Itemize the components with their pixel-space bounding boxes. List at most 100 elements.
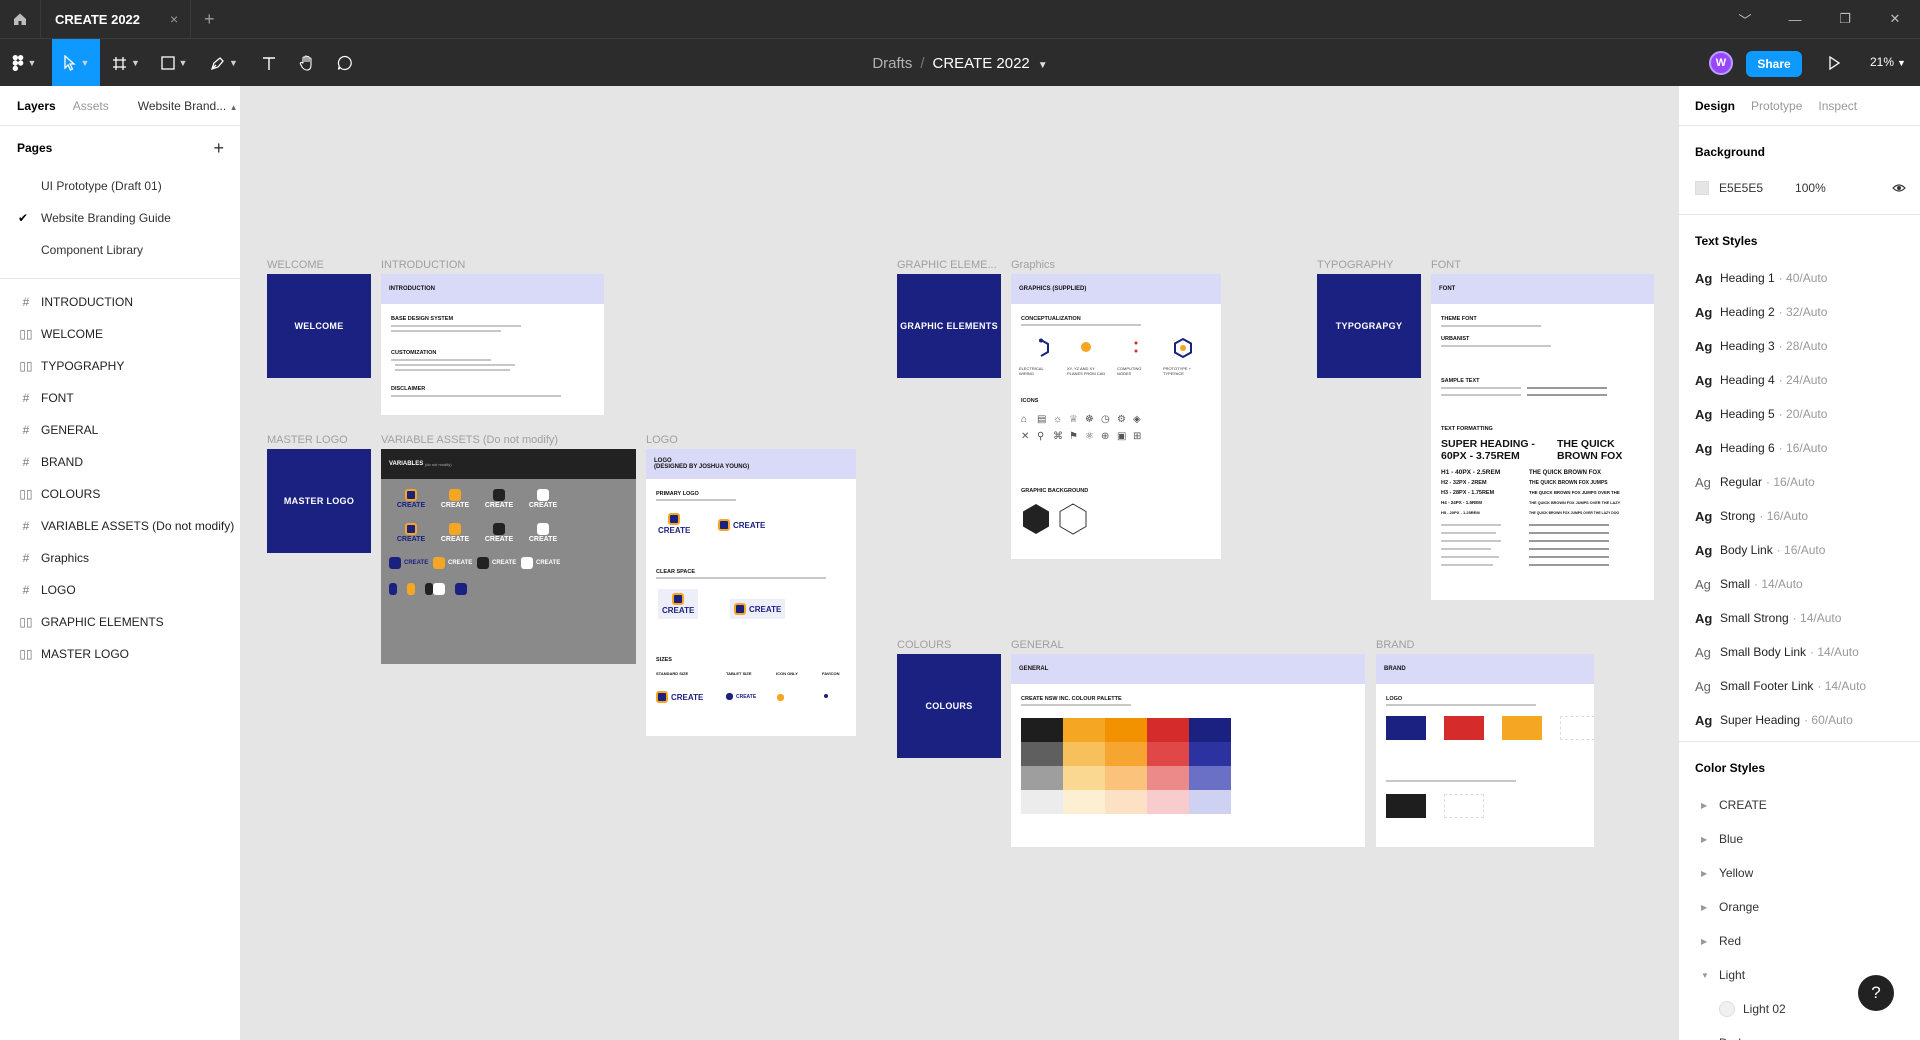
section-heading: CONCEPTUALIZATION xyxy=(1021,316,1081,322)
frame-graphics[interactable]: GRAPHICS (SUPPLIED) CONCEPTUALIZATION EL… xyxy=(1011,274,1221,559)
chevron-down-icon[interactable]: ﹀ xyxy=(1720,10,1770,29)
help-button[interactable]: ? xyxy=(1858,975,1894,1011)
layer-item[interactable]: ▯▯ COLOURS xyxy=(0,478,240,510)
text-style-item[interactable]: Ag Body Link · 16/Auto xyxy=(1679,533,1920,567)
frame-label-introduction[interactable]: INTRODUCTION xyxy=(381,259,465,271)
text-style-item[interactable]: Ag Heading 3 · 28/Auto xyxy=(1679,329,1920,363)
zoom-menu[interactable]: 21% ▼ xyxy=(1870,55,1906,69)
tab-prototype[interactable]: Prototype xyxy=(1751,99,1802,113)
frame-graphic-elements[interactable]: GRAPHIC ELEMENTS xyxy=(897,274,1001,378)
home-icon[interactable] xyxy=(0,0,40,38)
background-swatch[interactable] xyxy=(1695,181,1709,195)
move-tool-button[interactable]: ▼ xyxy=(52,39,100,87)
main-menu-button[interactable]: ▼ xyxy=(0,39,48,87)
frame-label-variable-assets[interactable]: VARIABLE ASSETS (Do not modify) xyxy=(381,434,558,446)
frame-logo[interactable]: LOGO (DESIGNED BY JOSHUA YOUNG) PRIMARY … xyxy=(646,449,856,736)
page-item-website-branding-guide[interactable]: ✔ Website Branding Guide xyxy=(0,202,240,234)
text-style-item[interactable]: Ag Heading 6 · 16/Auto xyxy=(1679,431,1920,465)
close-window-icon[interactable]: ✕ xyxy=(1870,11,1920,27)
text-style-item[interactable]: Ag Heading 2 · 32/Auto xyxy=(1679,295,1920,329)
frame-label-brand[interactable]: BRAND xyxy=(1376,639,1415,651)
hand-tool-button[interactable] xyxy=(290,39,324,87)
frame-font[interactable]: FONT THEME FONT URBANIST SAMPLE TEXT TEX… xyxy=(1431,274,1654,600)
canvas[interactable]: WELCOME INTRODUCTION GRAPHIC ELEME... Gr… xyxy=(241,86,1678,1040)
text-style-preview-icon: Ag xyxy=(1695,610,1713,626)
color-style-group[interactable]: ▶ Orange xyxy=(1679,890,1920,924)
text-style-item[interactable]: Ag Strong · 16/Auto xyxy=(1679,499,1920,533)
color-style-name: Dark xyxy=(1719,1036,1744,1040)
color-style-group[interactable]: ▶Dark xyxy=(1679,1026,1920,1040)
frame-colours[interactable]: COLOURS xyxy=(897,654,1001,758)
page-item-component-library[interactable]: Component Library xyxy=(0,234,240,266)
layer-item[interactable]: # LOGO xyxy=(0,574,240,606)
share-button[interactable]: Share xyxy=(1746,51,1802,77)
tab-design[interactable]: Design xyxy=(1695,99,1735,113)
logo-variant: CREATE xyxy=(521,489,565,509)
add-page-icon[interactable]: + xyxy=(213,138,224,159)
shape-tool-button[interactable]: ▼ xyxy=(154,39,194,87)
text-style-preview-icon: Ag xyxy=(1695,474,1711,490)
new-tab-button[interactable]: + xyxy=(191,9,227,30)
page-item-ui-prototype[interactable]: UI Prototype (Draft 01) xyxy=(0,170,240,202)
layer-item[interactable]: # INTRODUCTION xyxy=(0,286,240,318)
tab-layers[interactable]: Layers xyxy=(17,99,56,113)
frame-label-master-logo[interactable]: MASTER LOGO xyxy=(267,434,348,446)
frame-label-general[interactable]: GENERAL xyxy=(1011,639,1064,651)
color-style-group[interactable]: ▶ CREATE xyxy=(1679,788,1920,822)
close-tab-icon[interactable]: × xyxy=(170,11,178,27)
frame-general[interactable]: GENERAL CREATE NSW INC. COLOUR PALETTE xyxy=(1011,654,1365,847)
layer-item[interactable]: # FONT xyxy=(0,382,240,414)
text-style-item[interactable]: Ag Heading 1 · 40/Auto xyxy=(1679,261,1920,295)
layer-item[interactable]: ▯▯ WELCOME xyxy=(0,318,240,350)
frame-label-graphic-elements[interactable]: GRAPHIC ELEME... xyxy=(897,259,997,271)
text-style-item[interactable]: Ag Small Strong · 14/Auto xyxy=(1679,601,1920,635)
frame-label-font[interactable]: FONT xyxy=(1431,259,1461,271)
minimize-icon[interactable]: — xyxy=(1770,12,1820,27)
tab-inspect[interactable]: Inspect xyxy=(1818,99,1857,113)
frame-label-welcome[interactable]: WELCOME xyxy=(267,259,324,271)
color-style-group[interactable]: ▶ Red xyxy=(1679,924,1920,958)
layer-item[interactable]: ▯▯ TYPOGRAPHY xyxy=(0,350,240,382)
text-style-item[interactable]: Ag Heading 4 · 24/Auto xyxy=(1679,363,1920,397)
layer-item[interactable]: # BRAND xyxy=(0,446,240,478)
layer-item[interactable]: # Graphics xyxy=(0,542,240,574)
background-fill-row[interactable]: E5E5E5 100% xyxy=(1679,172,1920,204)
tab-assets[interactable]: Assets xyxy=(73,99,109,113)
frame-introduction[interactable]: INTRODUCTION BASE DESIGN SYSTEM CUSTOMIZ… xyxy=(381,274,604,415)
text-style-item[interactable]: Ag Small Body Link · 14/Auto xyxy=(1679,635,1920,669)
color-style-group[interactable]: ▶ Yellow xyxy=(1679,856,1920,890)
text-style-item[interactable]: Ag Small Footer Link · 14/Auto xyxy=(1679,669,1920,703)
background-opacity[interactable]: 100% xyxy=(1795,181,1826,195)
text-style-item[interactable]: Ag Super Heading · 60/Auto xyxy=(1679,703,1920,737)
frame-variable-assets[interactable]: VARIABLES (do not modify) CREATE CREATE … xyxy=(381,449,636,664)
file-tab[interactable]: CREATE 2022 × xyxy=(40,0,192,38)
frame-master-logo[interactable]: MASTER LOGO xyxy=(267,449,371,553)
layer-item[interactable]: # GENERAL xyxy=(0,414,240,446)
comment-tool-button[interactable] xyxy=(328,39,362,87)
eye-icon[interactable] xyxy=(1892,181,1906,195)
breadcrumb-drafts[interactable]: Drafts xyxy=(872,55,912,72)
background-hex[interactable]: E5E5E5 xyxy=(1719,181,1763,195)
restore-icon[interactable]: ❐ xyxy=(1820,11,1870,27)
layer-item[interactable]: # VARIABLE ASSETS (Do not modify) xyxy=(0,510,240,542)
file-name-menu[interactable]: CREATE 2022 ▼ xyxy=(933,55,1048,72)
present-play-icon[interactable] xyxy=(1824,53,1844,73)
text-style-item[interactable]: Ag Small · 14/Auto xyxy=(1679,567,1920,601)
frame-tool-button[interactable]: ▼ xyxy=(106,39,146,87)
text-style-item[interactable]: Ag Regular · 16/Auto xyxy=(1679,465,1920,499)
frame-label-graphics[interactable]: Graphics xyxy=(1011,259,1055,271)
pen-tool-button[interactable]: ▼ xyxy=(204,39,244,87)
frame-label-colours[interactable]: COLOURS xyxy=(897,639,951,651)
frame-brand[interactable]: BRAND LOGO xyxy=(1376,654,1594,847)
avatar[interactable]: W xyxy=(1709,51,1733,75)
frame-welcome[interactable]: WELCOME xyxy=(267,274,371,378)
text-tool-button[interactable] xyxy=(252,39,286,87)
frame-typography[interactable]: TYPOGRAPGY xyxy=(1317,274,1421,378)
layer-item[interactable]: ▯▯ MASTER LOGO xyxy=(0,638,240,670)
text-style-item[interactable]: Ag Heading 5 · 20/Auto xyxy=(1679,397,1920,431)
layer-item[interactable]: ▯▯ GRAPHIC ELEMENTS xyxy=(0,606,240,638)
page-selector[interactable]: Website Brand... ▲ xyxy=(138,99,238,113)
color-style-group[interactable]: ▶ Blue xyxy=(1679,822,1920,856)
frame-label-logo[interactable]: LOGO xyxy=(646,434,678,446)
frame-label-typography[interactable]: TYPOGRAPHY xyxy=(1317,259,1393,271)
